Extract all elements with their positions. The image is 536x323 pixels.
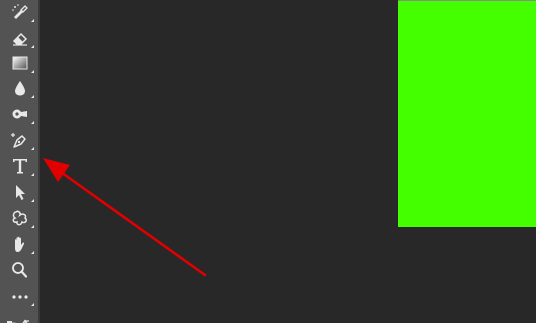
tool-pen[interactable]: [8, 129, 34, 151]
tool-group-indicator: [31, 121, 34, 124]
tool-blur[interactable]: [8, 77, 34, 99]
zoom-icon: [10, 261, 30, 279]
tool-eraser[interactable]: [8, 27, 34, 49]
tools-panel: [0, 0, 38, 323]
more-tools-icon: [10, 287, 30, 305]
tool-group-indicator: [31, 70, 34, 73]
tool-group-indicator: [31, 95, 34, 98]
tool-group-indicator: [31, 147, 34, 150]
pen-icon: [10, 131, 30, 149]
photoshop-window: [0, 0, 536, 323]
tool-spot-healing-brush[interactable]: [8, 1, 34, 23]
dodge-icon: [10, 105, 30, 123]
tool-type[interactable]: [8, 155, 34, 177]
default-colors-icon: [5, 315, 35, 323]
hand-icon: [10, 235, 30, 253]
tool-group-indicator: [31, 199, 34, 202]
tool-group-indicator: [31, 45, 34, 48]
tool-hand[interactable]: [8, 233, 34, 255]
gradient-icon: [10, 54, 30, 72]
tool-gradient[interactable]: [8, 52, 34, 74]
spot-healing-brush-icon: [10, 3, 30, 21]
tool-group-indicator: [31, 173, 34, 176]
document-canvas[interactable]: [398, 1, 536, 227]
toolbar-divider: [38, 0, 40, 323]
tool-group-indicator: [31, 303, 34, 306]
tool-group-indicator: [31, 225, 34, 228]
path-selection-icon: [10, 183, 30, 201]
tool-group-indicator: [31, 19, 34, 22]
tool-zoom[interactable]: [8, 259, 32, 281]
tool-dodge[interactable]: [8, 103, 34, 125]
tool-group-indicator: [31, 251, 34, 254]
tool-edit-toolbar[interactable]: [8, 285, 34, 307]
tool-path-selection[interactable]: [8, 181, 34, 203]
eraser-icon: [10, 29, 30, 47]
color-swatches[interactable]: [4, 311, 36, 323]
blur-drop-icon: [10, 79, 30, 97]
custom-shape-icon: [10, 209, 30, 227]
tool-custom-shape[interactable]: [8, 207, 34, 229]
type-icon: [10, 157, 30, 175]
